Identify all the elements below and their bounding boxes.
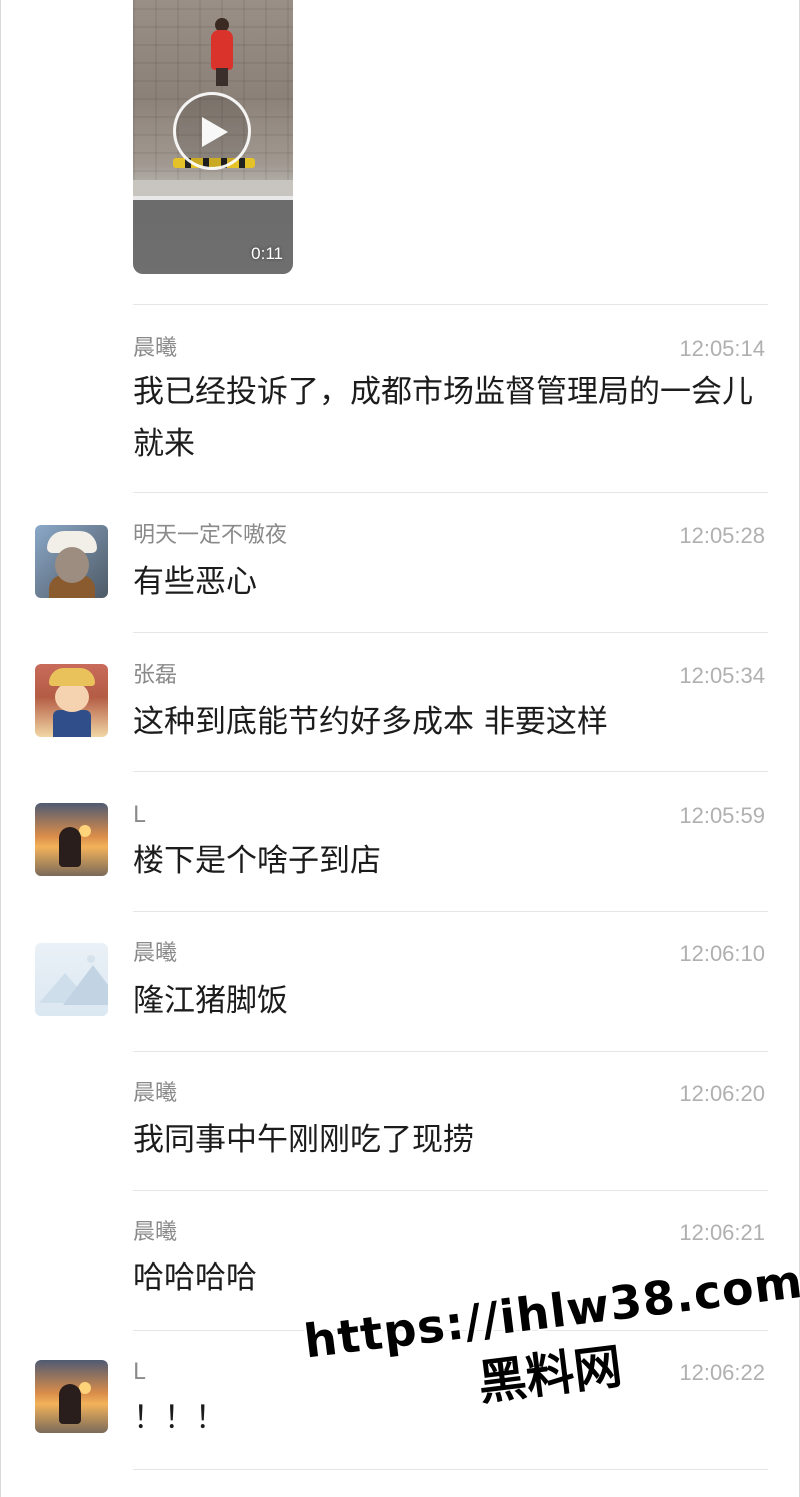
video-thumbnail[interactable]: 0:11 bbox=[133, 0, 293, 274]
message-item[interactable]: 张磊 12:05:34 这种到底能节约好多成本 非要这样 bbox=[1, 632, 800, 772]
road-line bbox=[133, 196, 293, 200]
sender-name: 晨曦 bbox=[133, 1081, 178, 1106]
message-time: 12:05:14 bbox=[679, 336, 765, 361]
sender-name: L bbox=[133, 803, 146, 828]
message-item[interactable]: L 12:05:59 楼下是个啥子到店 bbox=[1, 771, 800, 911]
sender-name: 晨曦 bbox=[133, 336, 178, 361]
sender-name: 明天一定不嗷夜 bbox=[133, 523, 288, 548]
person-body bbox=[211, 30, 233, 70]
message-item[interactable]: 晨曦 12:05:14 我已经投诉了，成都市场监督管理局的一会儿就来 bbox=[1, 304, 800, 494]
message-item[interactable]: 晨曦 12:06:20 我同事中午刚刚吃了现捞 bbox=[1, 1051, 800, 1191]
message-item[interactable]: 明天一定不嗷夜 12:05:28 有些恶心 bbox=[1, 492, 800, 632]
message-time: 12:05:34 bbox=[679, 663, 765, 688]
message-time: 12:06:20 bbox=[679, 1081, 765, 1106]
anime-boy-avatar[interactable] bbox=[35, 664, 108, 737]
sender-name: 张磊 bbox=[133, 663, 178, 688]
separator bbox=[133, 1469, 768, 1470]
placeholder-image-avatar[interactable] bbox=[35, 943, 108, 1016]
message-text: 有些恶心 bbox=[133, 564, 257, 600]
message-text: 楼下是个啥子到店 bbox=[133, 843, 381, 879]
sender-name: 晨曦 bbox=[133, 941, 178, 966]
message-time: 12:05:59 bbox=[679, 803, 765, 828]
message-text: 我同事中午刚刚吃了现捞 bbox=[133, 1122, 474, 1158]
sender-name: L bbox=[133, 1360, 146, 1385]
sunset-avatar[interactable] bbox=[35, 803, 108, 876]
message-text: 隆江猪脚饭 bbox=[133, 983, 288, 1019]
video-duration: 0:11 bbox=[251, 244, 283, 263]
message-text: 我已经投诉了，成都市场监督管理局的一会儿就来 bbox=[133, 374, 753, 462]
message-time: 12:05:28 bbox=[679, 523, 765, 548]
sunset-avatar[interactable] bbox=[35, 1360, 108, 1433]
chat-history-page: 0:11 晨曦 12:05:14 我已经投诉了，成都市场监督管理局的一会儿就来 … bbox=[0, 0, 800, 1497]
monkey-avatar[interactable] bbox=[35, 525, 108, 598]
message-time: 12:06:10 bbox=[679, 941, 765, 966]
sender-name: 晨曦 bbox=[133, 1220, 178, 1245]
message-item[interactable]: 晨曦 12:06:10 隆江猪脚饭 bbox=[1, 911, 800, 1051]
play-icon[interactable] bbox=[173, 92, 251, 170]
message-text: 这种到底能节约好多成本 非要这样 bbox=[133, 704, 608, 740]
person-legs bbox=[216, 68, 228, 86]
message-time: 12:06:21 bbox=[679, 1220, 765, 1245]
